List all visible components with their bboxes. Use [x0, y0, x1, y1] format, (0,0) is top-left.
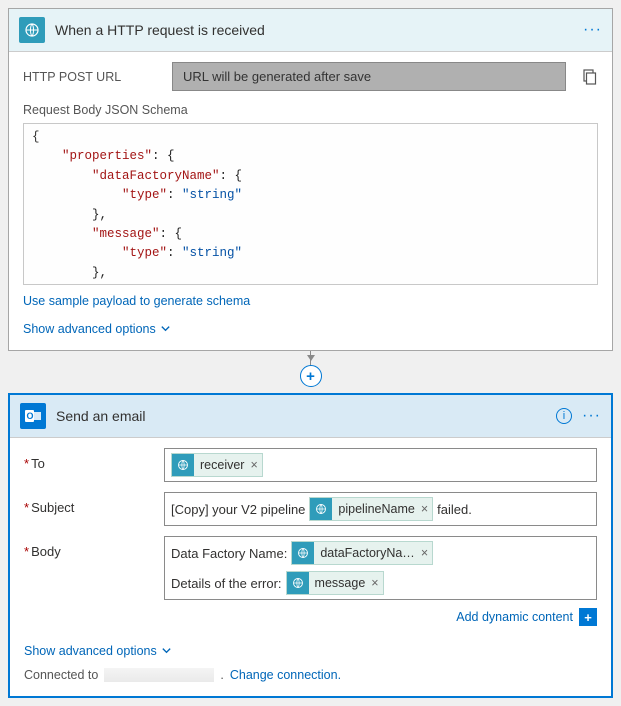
subject-label: Subject: [24, 492, 164, 526]
chevron-down-icon: [160, 323, 171, 334]
body-label: Body: [24, 536, 164, 600]
email-card-header[interactable]: O Send an email i ···: [10, 395, 611, 438]
connection-footer: Connected to . Change connection.: [24, 668, 597, 682]
svg-text:O: O: [26, 411, 33, 421]
token-icon: [287, 572, 309, 594]
plus-icon[interactable]: +: [579, 608, 597, 626]
token-pipelinename[interactable]: pipelineName ×: [309, 497, 433, 521]
outlook-icon: O: [20, 403, 46, 429]
http-card-menu-button[interactable]: ···: [583, 21, 602, 39]
connection-name: [104, 668, 214, 682]
token-remove-icon[interactable]: ×: [371, 576, 378, 590]
email-card-menu-button[interactable]: ···: [582, 407, 601, 425]
add-dynamic-content-link[interactable]: Add dynamic content: [456, 610, 573, 624]
http-card-body: HTTP POST URL URL will be generated afte…: [9, 52, 612, 350]
sample-payload-link[interactable]: Use sample payload to generate schema: [23, 294, 250, 308]
email-card-body: To receiver × Subject [Copy] your V2 pip…: [10, 438, 611, 696]
email-card-title: Send an email: [56, 408, 556, 424]
to-field[interactable]: receiver ×: [164, 448, 597, 482]
token-datafactoryname[interactable]: dataFactoryNa… ×: [291, 541, 433, 565]
schema-textarea[interactable]: { "properties": { "dataFactoryName": { "…: [23, 123, 598, 285]
http-trigger-card: When a HTTP request is received ··· HTTP…: [8, 8, 613, 351]
body-field[interactable]: Data Factory Name: dataFactoryNa… × Deta…: [164, 536, 597, 600]
token-icon: [172, 454, 194, 476]
body-text-1: Data Factory Name:: [171, 546, 287, 561]
arrow-down-icon: [307, 355, 315, 361]
subject-field[interactable]: [Copy] your V2 pipeline pipelineName × f…: [164, 492, 597, 526]
send-email-card: O Send an email i ··· To receiver × Subj…: [8, 393, 613, 698]
email-advanced-toggle[interactable]: Show advanced options: [24, 644, 172, 658]
connected-to-label: Connected to: [24, 668, 98, 682]
token-remove-icon[interactable]: ×: [250, 458, 257, 472]
http-post-url-field: URL will be generated after save: [172, 62, 566, 91]
token-remove-icon[interactable]: ×: [421, 546, 428, 560]
connector: +: [8, 351, 613, 385]
to-label: To: [24, 448, 164, 482]
info-icon[interactable]: i: [556, 408, 572, 424]
http-card-header[interactable]: When a HTTP request is received ···: [9, 9, 612, 52]
url-label: HTTP POST URL: [23, 70, 158, 84]
add-step-button[interactable]: +: [300, 365, 322, 387]
token-receiver[interactable]: receiver ×: [171, 453, 263, 477]
schema-label: Request Body JSON Schema: [23, 103, 598, 117]
http-card-title: When a HTTP request is received: [55, 22, 583, 38]
chevron-down-icon: [161, 645, 172, 656]
subject-text-suffix: failed.: [437, 502, 472, 517]
copy-icon[interactable]: [580, 68, 598, 86]
body-text-2: Details of the error:: [171, 576, 282, 591]
token-remove-icon[interactable]: ×: [421, 502, 428, 516]
token-icon: [292, 542, 314, 564]
change-connection-link[interactable]: Change connection.: [230, 668, 341, 682]
token-icon: [310, 498, 332, 520]
subject-text-prefix: [Copy] your V2 pipeline: [171, 502, 305, 517]
http-icon: [19, 17, 45, 43]
token-message[interactable]: message ×: [286, 571, 384, 595]
http-advanced-toggle[interactable]: Show advanced options: [23, 322, 171, 336]
